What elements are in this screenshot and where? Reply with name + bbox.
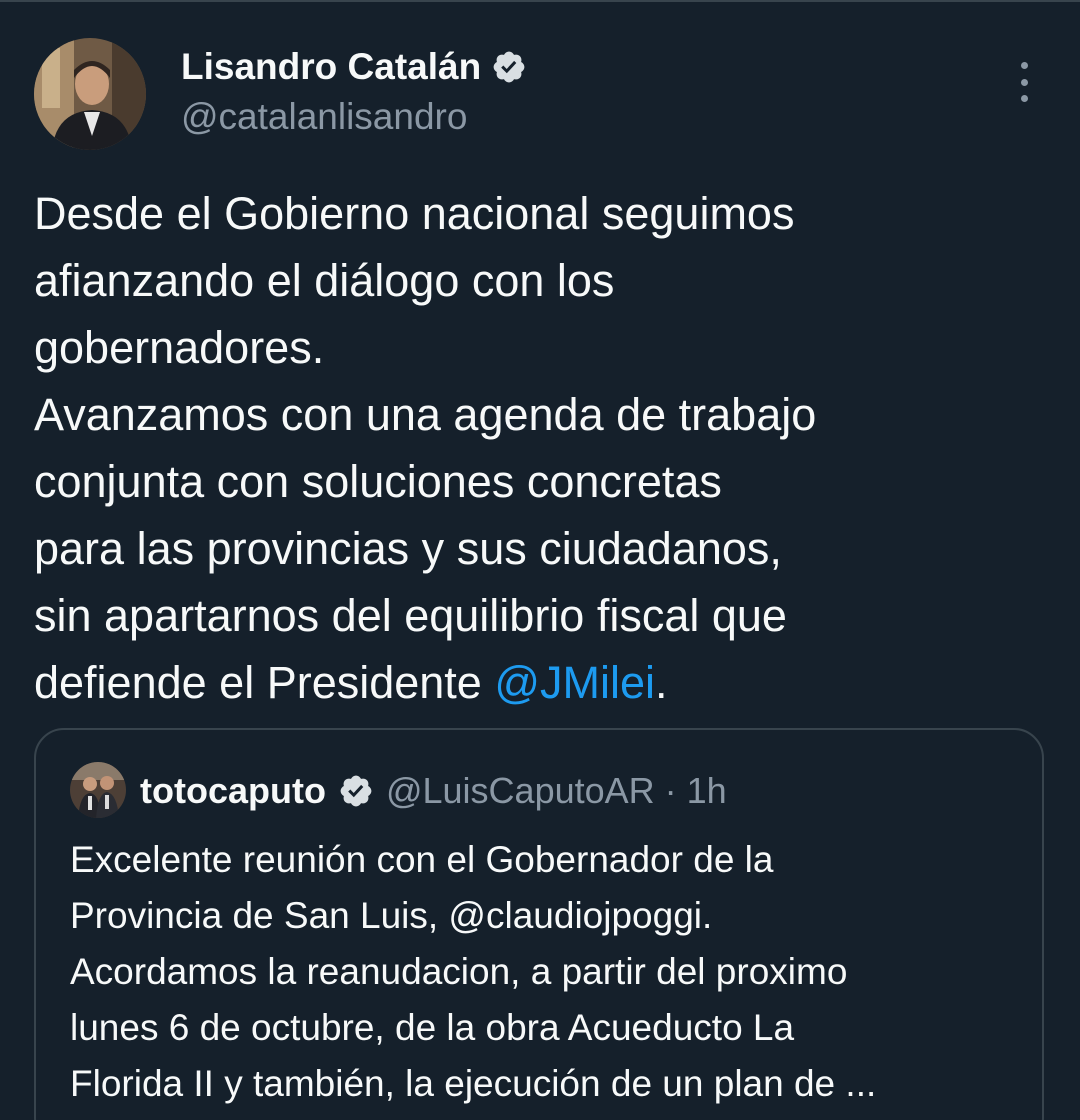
mention-link[interactable]: @JMilei: [494, 657, 655, 708]
quoted-author-name[interactable]: totocaputo: [140, 770, 326, 812]
verified-badge-icon[interactable]: [491, 49, 527, 85]
quoted-text-line: Florida II y también, la ejecución de un…: [70, 1063, 877, 1104]
quoted-text-line: Provincia de San Luis, @claudiojpoggi.: [70, 895, 713, 936]
quoted-tweet-text: Excelente reunión con el Gobernador de l…: [70, 832, 1030, 1112]
quoted-author-handle[interactable]: @LuisCaputoAR: [386, 770, 655, 812]
quoted-text-line: Excelente reunión con el Gobernador de l…: [70, 839, 774, 880]
quoted-tweet-header: totocaputo @LuisCaputoAR · 1h: [140, 766, 727, 816]
quoted-tweet-timestamp[interactable]: 1h: [687, 770, 727, 812]
tweet-text-line: Desde el Gobierno nacional seguimos: [34, 188, 795, 239]
quoted-text-line: Acordamos la reanudacion, a partir del p…: [70, 951, 848, 992]
author-name[interactable]: Lisandro Catalán: [181, 46, 481, 88]
tweet-text: Desde el Gobierno nacional seguimos afia…: [34, 180, 1044, 716]
tweet-text-line: defiende el Presidente @JMilei.: [34, 649, 1044, 716]
tweet-text-line: conjunta con soluciones concretas: [34, 456, 722, 507]
tweet-text-line: sin apartarnos del equilibrio fiscal que: [34, 590, 787, 641]
tweet-text-line: afianzando el diálogo con los: [34, 255, 615, 306]
tweet-text-fragment: .: [655, 657, 668, 708]
tweet-text-fragment: defiende el Presidente: [34, 657, 495, 708]
more-vertical-icon-dot: [1020, 95, 1028, 102]
author-avatar[interactable]: [34, 38, 146, 150]
tweet-detail: Lisandro Catalán @catalanlisandro Desde …: [0, 0, 1080, 1120]
verified-badge-icon: [340, 775, 372, 807]
tweet-text-line: para las provincias y sus ciudadanos,: [34, 523, 782, 574]
quoted-text-line: lunes 6 de octubre, de la obra Acueducto…: [70, 1007, 795, 1048]
author-handle[interactable]: @catalanlisandro: [181, 96, 467, 138]
tweet-text-line: Avanzamos con una agenda de trabajo: [34, 389, 817, 440]
author-photo: [34, 38, 146, 150]
separator-dot: ·: [664, 770, 677, 811]
more-vertical-icon-dot: [1020, 62, 1028, 69]
quoted-tweet-card[interactable]: totocaputo @LuisCaputoAR · 1h Excelente …: [34, 728, 1044, 1120]
more-options-button[interactable]: [1006, 62, 1042, 102]
author-name-row: Lisandro Catalán: [181, 44, 527, 90]
quoted-author-photo: [70, 762, 126, 818]
tweet-text-line: gobernadores.: [34, 322, 325, 373]
quoted-author-avatar[interactable]: [70, 762, 126, 818]
more-vertical-icon-dot: [1020, 78, 1028, 86]
